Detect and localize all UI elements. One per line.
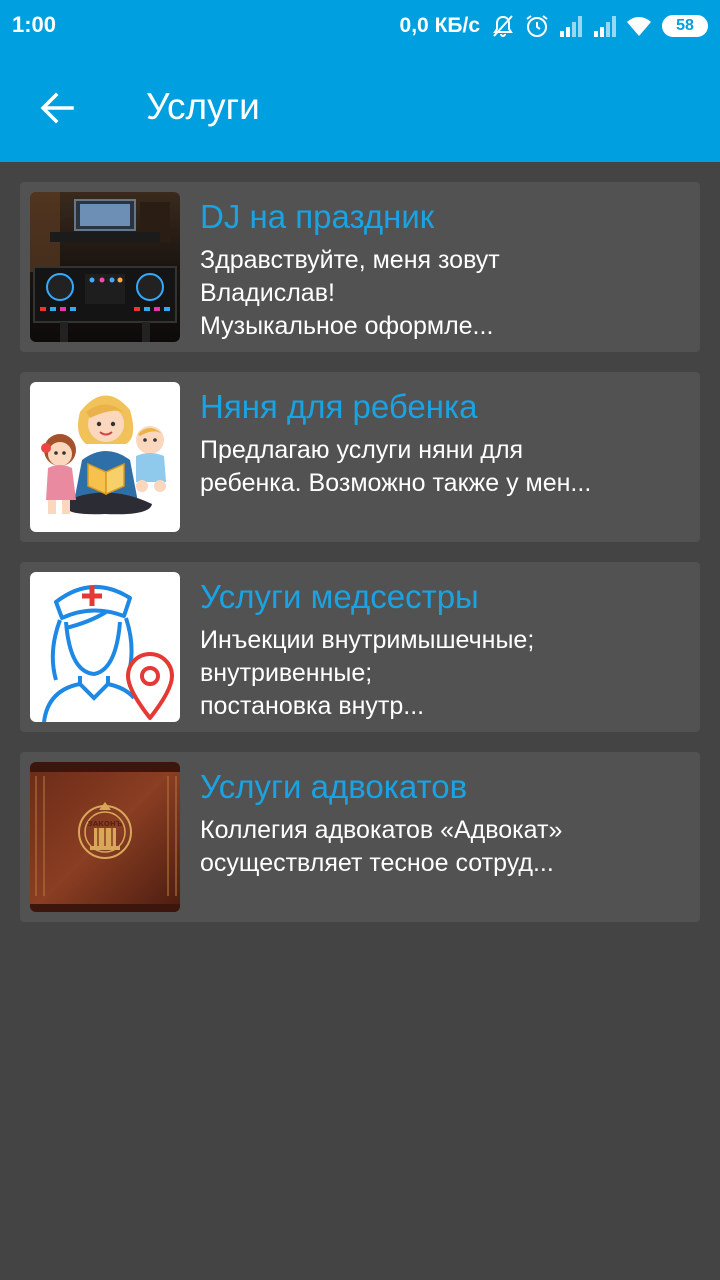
dj-controller-photo — [30, 192, 180, 342]
service-card-nurse[interactable]: Услуги медсестры Инъекции внутримышечные… — [20, 562, 700, 732]
services-list: DJ на праздник Здравствуйте, меня зовут … — [20, 182, 700, 942]
nanny-illustration — [30, 382, 180, 532]
back-button[interactable] — [26, 80, 86, 136]
service-description: Коллегия адвокатов «Адвокат» осуществляе… — [200, 816, 563, 877]
network-speed: 0,0 КБ/с — [399, 14, 480, 37]
status-time: 1:00 — [12, 12, 57, 37]
alarm-icon — [524, 13, 550, 39]
service-card-nanny[interactable]: Няня для ребенка Предлагаю услуги няни д… — [20, 372, 700, 542]
battery-icon: 58 — [662, 15, 708, 37]
wifi-icon — [626, 13, 652, 39]
service-title: DJ на праздник — [200, 198, 435, 235]
service-card-dj[interactable]: DJ на праздник Здравствуйте, меня зовут … — [20, 182, 700, 352]
service-title: Услуги адвокатов — [200, 768, 468, 805]
status-bar: 1:00 0,0 КБ/с 58 — [0, 0, 720, 52]
service-description: Предлагаю услуги няни для ребенка. Возмо… — [200, 436, 592, 497]
nurse-location-icon — [30, 572, 180, 722]
service-title: Няня для ребенка — [200, 388, 478, 425]
service-description: Инъекции внутримышечные; внутривенные; п… — [200, 626, 535, 720]
page-title: Услуги — [146, 86, 260, 127]
service-description: Здравствуйте, меня зовут Владислав! Музы… — [200, 246, 500, 340]
signal-icon — [592, 13, 618, 39]
emblem-text: ЗАКОНЪ — [88, 820, 123, 828]
arrow-back-icon — [40, 92, 74, 124]
service-card-lawyers[interactable]: ЗАКОНЪ Услуги адвокатов Коллегия адвокат… — [20, 752, 700, 922]
service-title: Услуги медсестры — [200, 578, 479, 615]
signal-icon — [558, 13, 584, 39]
law-book-emblem: ЗАКОНЪ — [30, 762, 180, 912]
status-icons: 0,0 КБ/с 58 — [400, 10, 708, 42]
mute-bell-icon — [490, 13, 516, 39]
app-bar: 1:00 0,0 КБ/с 58 Услуги — [0, 0, 720, 162]
